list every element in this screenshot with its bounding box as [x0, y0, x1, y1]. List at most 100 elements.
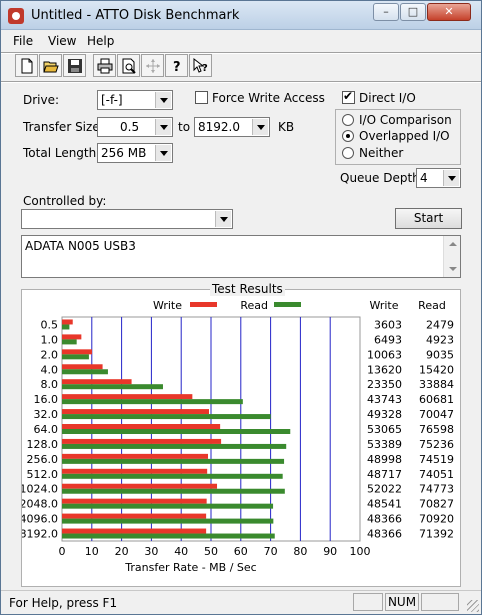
write-column-header: Write [369, 299, 398, 312]
total-length-label: Total Length: [23, 146, 101, 160]
svg-text:?: ? [202, 63, 208, 74]
save-button[interactable] [63, 54, 86, 77]
new-icon [21, 58, 33, 74]
menu-file[interactable]: File [13, 34, 33, 48]
force-write-checkbox[interactable] [195, 91, 208, 104]
move-button[interactable] [141, 54, 164, 77]
direct-io-checkbox[interactable] [342, 89, 355, 104]
y-tick-label: 64.0 [34, 423, 59, 436]
print-preview-icon [122, 58, 136, 74]
read-value: 70827 [419, 498, 454, 511]
write-bar [62, 334, 82, 340]
test-results-panel: Test Results 0 10 20 30 40 50 60 70 80 90 100 Trans… [21, 282, 461, 587]
controlled-by-select[interactable] [21, 209, 233, 229]
io-comparison-radio[interactable] [342, 114, 354, 126]
x-axis-label: Transfer Rate - MB / Sec [124, 561, 256, 574]
read-bar [62, 399, 243, 405]
open-icon [43, 61, 59, 73]
chevron-down-icon[interactable] [215, 211, 231, 227]
resize-grip[interactable] [467, 600, 479, 612]
write-value: 48541 [367, 498, 402, 511]
read-bar [62, 429, 291, 434]
write-value: 48717 [367, 468, 402, 481]
description-textarea[interactable]: ADATA N005 USB3 [21, 235, 461, 278]
print-button[interactable] [93, 54, 116, 77]
read-bar [62, 369, 108, 375]
start-button[interactable]: Start [395, 208, 462, 229]
x-tick-label: 0 [59, 545, 66, 558]
open-button[interactable] [39, 54, 62, 77]
chevron-down-icon[interactable] [443, 170, 459, 186]
total-length-select[interactable]: 256 MB [97, 143, 173, 163]
overlapped-io-radio[interactable] [342, 130, 354, 142]
drive-select[interactable]: [-f-] [97, 90, 173, 110]
neither-radio[interactable] [342, 147, 354, 159]
description-value: ADATA N005 USB3 [25, 239, 136, 253]
menu-help[interactable]: Help [87, 34, 114, 48]
minimize-button[interactable]: – [373, 3, 399, 21]
scroll-up-icon[interactable] [449, 242, 457, 246]
y-tick-label: 1024.0 [22, 483, 58, 496]
y-tick-label: 2.0 [41, 348, 59, 361]
y-tick-label: 0.5 [41, 318, 59, 331]
scroll-down-icon[interactable] [449, 267, 457, 271]
transfer-to-label: to [178, 120, 191, 134]
benchmark-chart: 0 10 20 30 40 50 60 70 80 90 100 Transfer Rate - MB… [22, 299, 454, 574]
chevron-down-icon[interactable] [155, 92, 171, 108]
write-bar [62, 513, 207, 519]
read-bar [62, 414, 271, 420]
write-value: 3603 [374, 318, 402, 331]
write-bar [62, 424, 221, 429]
legend-write-label: Write [153, 299, 182, 312]
transfer-max-select[interactable]: 8192.0 [194, 117, 270, 137]
read-column-header: Read [418, 299, 446, 312]
read-bar [62, 518, 274, 524]
menu-bar: File View Help [1, 31, 481, 51]
transfer-max-value: 8192.0 [198, 120, 240, 134]
transfer-size-label: Transfer Size: [23, 120, 104, 134]
help-icon: ? [173, 60, 181, 74]
x-tick-label: 30 [144, 545, 158, 558]
queue-depth-select[interactable]: 4 [416, 168, 461, 188]
queue-depth-value: 4 [420, 171, 428, 185]
write-bar [62, 453, 209, 459]
x-tick-label: 90 [323, 545, 337, 558]
chevron-down-icon[interactable] [252, 119, 268, 135]
description-scrollbar[interactable] [443, 236, 460, 277]
write-value: 53065 [367, 423, 402, 436]
read-bar [62, 488, 285, 494]
close-button[interactable]: ✕ [427, 3, 471, 21]
y-tick-label: 2048.0 [22, 498, 58, 511]
status-panel-3 [421, 593, 459, 611]
x-tick-label: 60 [234, 545, 248, 558]
read-value: 70047 [419, 408, 454, 421]
about-button[interactable]: ? [165, 54, 188, 77]
x-tick-label: 80 [293, 545, 307, 558]
x-tick-label: 10 [85, 545, 99, 558]
write-bar [62, 528, 207, 534]
x-tick-label: 20 [115, 545, 129, 558]
title-bar[interactable]: Untitled - ATTO Disk Benchmark – □ ✕ [1, 1, 481, 30]
chevron-down-icon[interactable] [155, 145, 171, 161]
write-value: 10063 [367, 348, 402, 361]
transfer-min-value: 0.5 [120, 120, 140, 134]
menu-view[interactable]: View [48, 34, 76, 48]
write-value: 49328 [367, 408, 402, 421]
context-help-button[interactable]: ? [189, 54, 212, 77]
new-button[interactable] [15, 54, 38, 77]
neither-label: Neither [359, 146, 404, 160]
print-preview-button[interactable] [117, 54, 140, 77]
write-bar [62, 483, 218, 489]
maximize-button[interactable]: □ [400, 3, 426, 21]
queue-depth-label: Queue Depth: [340, 171, 424, 185]
write-bar [62, 349, 92, 355]
transfer-min-select[interactable]: 0.5 [97, 117, 173, 137]
force-write-label: Force Write Access [212, 91, 325, 105]
x-tick-label: 40 [174, 545, 188, 558]
drive-label: Drive: [23, 93, 60, 107]
read-bar [62, 384, 163, 390]
write-value: 48366 [367, 513, 402, 526]
chevron-down-icon[interactable] [155, 119, 171, 135]
atto-app-icon [8, 8, 24, 24]
y-tick-label: 8.0 [41, 378, 59, 391]
